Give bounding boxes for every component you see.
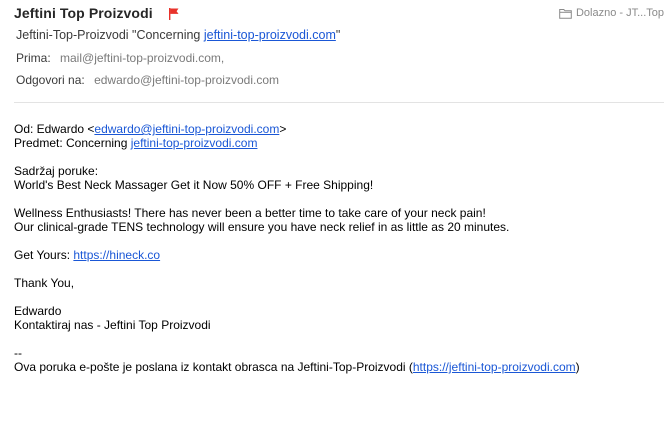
- reply-to-value[interactable]: edwardo@jeftini-top-proizvodi.com: [94, 73, 279, 87]
- to-label: Prima:: [16, 51, 51, 65]
- from-email-link[interactable]: edwardo@jeftini-top-proizvodi.com: [94, 122, 279, 136]
- thanks-line: Thank You,: [14, 276, 75, 290]
- mailbox-label: Dolazno - JT...Top: [575, 7, 664, 19]
- header-divider: [14, 102, 664, 103]
- paragraph-line-2: Our clinical-grade TENS technology will …: [14, 220, 510, 234]
- footer-line: Ova poruka e-pošte je poslana iz kontakt…: [14, 360, 580, 374]
- signature-name: Edwardo: [14, 304, 62, 318]
- message-header: Jeftini Top Proizvodi Dolazno - JT...Top…: [0, 0, 664, 103]
- mailbox-indicator[interactable]: Dolazno - JT...Top: [559, 7, 664, 19]
- paragraph-line-1: Wellness Enthusiasts! There has never be…: [14, 206, 486, 220]
- subject-line: Jeftini-Top-Proizvodi "Concerning jeftin…: [16, 28, 340, 42]
- footer-prefix: Ova poruka e-pošte je poslana iz kontakt…: [14, 360, 413, 374]
- footer-link[interactable]: https://jeftini-top-proizvodi.com: [413, 360, 576, 374]
- to-value[interactable]: mail@jeftini-top-proizvodi.com,: [60, 51, 224, 65]
- reply-to-label: Odgovori na:: [16, 73, 85, 87]
- get-yours-prefix: Get Yours:: [14, 248, 74, 262]
- flag-icon[interactable]: [168, 7, 180, 21]
- to-row: Prima: mail@jeftini-top-proizvodi.com,: [16, 51, 224, 65]
- folder-icon: [559, 8, 572, 19]
- body-subject-line: Predmet: Concerning jeftini-top-proizvod…: [14, 136, 580, 150]
- get-yours-link[interactable]: https://hineck.co: [73, 248, 160, 262]
- from-suffix: >: [279, 122, 287, 136]
- headline: World's Best Neck Massager Get it Now 50…: [14, 178, 374, 192]
- subject-prefix: Jeftini-Top-Proizvodi "Concerning: [16, 28, 204, 42]
- message-body: Od: Edwardo <edwardo@jeftini-top-proizvo…: [14, 122, 580, 374]
- signature-separator: --: [14, 346, 22, 360]
- get-yours-line: Get Yours: https://hineck.co: [14, 248, 580, 262]
- subject-link[interactable]: jeftini-top-proizvodi.com: [204, 28, 336, 42]
- reply-to-row: Odgovori na: edwardo@jeftini-top-proizvo…: [16, 73, 279, 87]
- signature-contact: Kontaktiraj nas - Jeftini Top Proizvodi: [14, 318, 211, 332]
- subject-suffix: ": [335, 28, 341, 42]
- sender-name[interactable]: Jeftini Top Proizvodi: [14, 5, 153, 21]
- footer-suffix: ): [575, 360, 580, 374]
- body-subject-prefix: Predmet: Concerning: [14, 136, 131, 150]
- content-label: Sadržaj poruke:: [14, 164, 99, 178]
- from-prefix: Od: Edwardo <: [14, 122, 95, 136]
- body-subject-link[interactable]: jeftini-top-proizvodi.com: [131, 136, 258, 150]
- body-from-line: Od: Edwardo <edwardo@jeftini-top-proizvo…: [14, 122, 580, 136]
